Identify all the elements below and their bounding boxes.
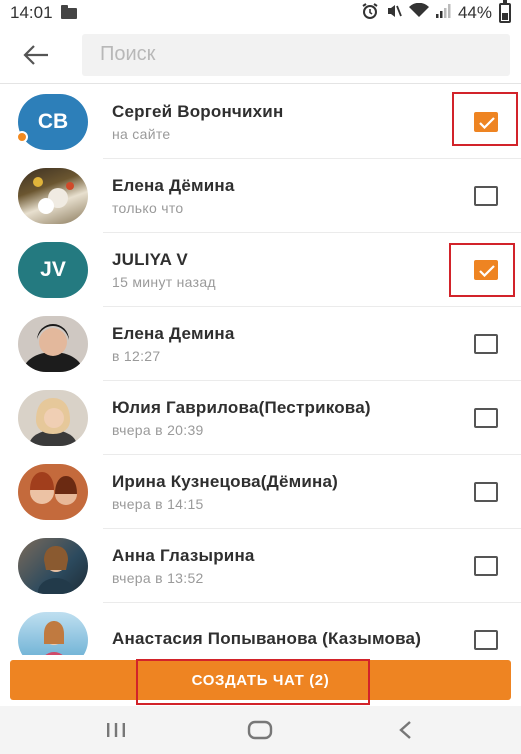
- contact-status: в 12:27: [112, 347, 161, 364]
- online-indicator: [16, 131, 28, 143]
- alarm-icon: [361, 2, 379, 24]
- contact-name: Юлия Гаврилова(Пестрикова): [112, 397, 371, 417]
- contact-row[interactable]: Анна Глазырина вчера в 13:52: [0, 529, 521, 603]
- contact-checkbox[interactable]: [474, 186, 498, 206]
- avatar: [18, 168, 88, 224]
- battery-icon: [499, 0, 511, 23]
- contact-status: только что: [112, 199, 184, 216]
- contact-checkbox[interactable]: [474, 556, 498, 576]
- contact-row[interactable]: Елена Демина в 12:27: [0, 307, 521, 381]
- avatar: JV: [18, 242, 88, 298]
- contact-checkbox[interactable]: [474, 482, 498, 502]
- contact-row[interactable]: JV JULIYA V 15 минут назад: [0, 233, 521, 307]
- contact-checkbox[interactable]: [474, 630, 498, 650]
- status-bar: 14:01 44%: [0, 0, 521, 26]
- search-header: [0, 26, 521, 84]
- recents-button[interactable]: [86, 706, 146, 754]
- avatar: [18, 390, 88, 446]
- contact-status: на сайте: [112, 125, 171, 142]
- signal-icon: [435, 3, 451, 23]
- home-icon: [247, 720, 273, 740]
- contact-row[interactable]: Ирина Кузнецова(Дёмина) вчера в 14:15: [0, 455, 521, 529]
- contact-name: Елена Дёмина: [112, 175, 235, 195]
- contact-name: JULIYA V: [112, 249, 188, 269]
- search-field[interactable]: [82, 33, 510, 76]
- highlight-box-checkbox-2: [449, 243, 515, 297]
- contact-row[interactable]: Юлия Гаврилова(Пестрикова) вчера в 20:39: [0, 381, 521, 455]
- back-button[interactable]: [0, 26, 72, 84]
- arrow-left-icon: [23, 44, 48, 65]
- contact-checkbox[interactable]: [474, 408, 498, 428]
- avatar-initials: СВ: [37, 110, 69, 133]
- contact-name: Сергей Ворончихин: [112, 101, 284, 121]
- avatar: [18, 316, 88, 372]
- contact-row[interactable]: СВ Сергей Ворончихин на сайте: [0, 85, 521, 159]
- status-time: 14:01: [10, 3, 53, 22]
- highlight-box-create-button: [136, 659, 370, 705]
- wifi-icon: [408, 2, 429, 23]
- contact-checkbox[interactable]: [474, 334, 498, 354]
- home-button[interactable]: [230, 706, 290, 754]
- contact-status: 15 минут назад: [112, 273, 216, 290]
- nav-back-button[interactable]: [375, 706, 435, 754]
- contact-status: вчера в 14:15: [112, 495, 204, 512]
- avatar: [18, 464, 88, 520]
- avatar-initials: JV: [40, 258, 66, 281]
- search-input[interactable]: [100, 43, 510, 66]
- contact-row[interactable]: Елена Дёмина только что: [0, 159, 521, 233]
- highlight-box-checkbox-1: [452, 92, 518, 146]
- contact-name: Анна Глазырина: [112, 545, 255, 565]
- contact-list: СВ Сергей Ворончихин на сайте Елена Дёми…: [0, 85, 521, 677]
- avatar: [18, 538, 88, 594]
- contact-status: вчера в 13:52: [112, 569, 204, 586]
- avatar: СВ: [18, 94, 88, 150]
- folder-icon: [60, 4, 77, 19]
- contact-status: вчера в 20:39: [112, 421, 204, 438]
- navigation-bar: [0, 706, 521, 754]
- recents-icon: [107, 723, 125, 737]
- contact-name: Елена Демина: [112, 323, 235, 343]
- back-triangle-icon: [399, 721, 411, 739]
- contact-name: Ирина Кузнецова(Дёмина): [112, 471, 339, 491]
- contact-name: Анастасия Попыванова (Казымова): [112, 629, 422, 648]
- battery-level: 44%: [457, 3, 492, 22]
- mute-icon: [386, 3, 402, 24]
